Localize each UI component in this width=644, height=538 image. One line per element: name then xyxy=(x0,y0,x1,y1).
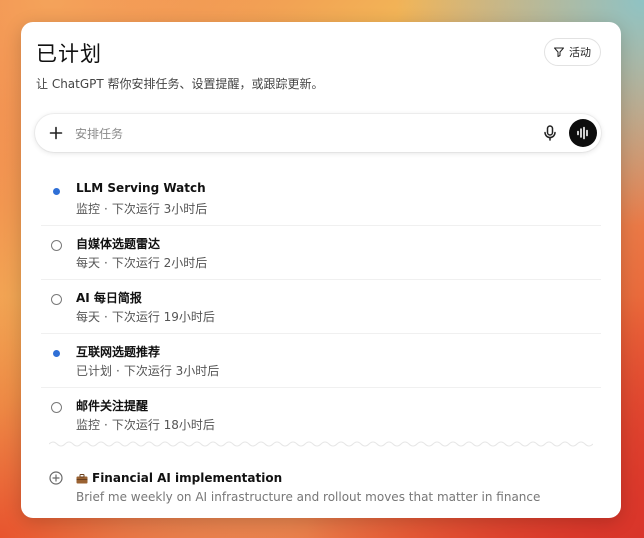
task-frequency: 监控 xyxy=(76,202,101,216)
task-next-run: 下次运行 3小时后 xyxy=(111,202,208,216)
task-meta: 监控 · 下次运行 18小时后 xyxy=(76,416,215,433)
task-item[interactable]: LLM Serving Watch 监控 · 下次运行 3小时后 xyxy=(41,172,601,226)
task-meta: 已计划 · 下次运行 3小时后 xyxy=(76,362,219,379)
task-next-run: 下次运行 3小时后 xyxy=(123,364,220,378)
active-dot-icon xyxy=(52,349,60,357)
task-frequency: 已计划 xyxy=(76,364,113,378)
task-frequency: 监控 xyxy=(76,418,101,432)
scheduled-panel: 已计划 活动 让 ChatGPT 帮你安排任务、设置提醒，或跟踪更新。 安排任务… xyxy=(21,22,621,518)
task-frequency: 每天 xyxy=(76,256,101,270)
inactive-circle-icon xyxy=(50,401,62,413)
task-next-run: 下次运行 18小时后 xyxy=(111,418,215,432)
task-frequency: 每天 xyxy=(76,310,101,324)
briefcase-icon xyxy=(76,473,88,484)
voice-waveform-icon xyxy=(576,126,590,140)
task-next-run: 下次运行 19小时后 xyxy=(111,310,215,324)
voice-mode-button[interactable] xyxy=(569,119,597,147)
task-input[interactable] xyxy=(73,123,497,145)
task-status-indicator xyxy=(49,184,63,198)
inactive-circle-icon xyxy=(50,293,62,305)
task-status-indicator xyxy=(49,346,63,360)
task-meta: 监控 · 下次运行 3小时后 xyxy=(76,200,207,217)
meta-separator: · xyxy=(104,256,108,270)
task-item[interactable]: 互联网选题推荐 已计划 · 下次运行 3小时后 xyxy=(41,334,601,388)
meta-separator: · xyxy=(116,364,120,378)
task-title: LLM Serving Watch xyxy=(76,181,206,195)
task-meta: 每天 · 下次运行 19小时后 xyxy=(76,308,215,325)
task-composer xyxy=(35,114,601,152)
task-item[interactable]: 邮件关注提醒 监控 · 下次运行 18小时后 xyxy=(41,388,601,441)
wavy-divider xyxy=(49,441,593,447)
plus-icon xyxy=(49,126,63,140)
microphone-icon xyxy=(544,125,556,141)
page-subtitle: 让 ChatGPT 帮你安排任务、设置提醒，或跟踪更新。 xyxy=(36,77,324,91)
suggestion-description: Brief me weekly on AI infrastructure and… xyxy=(76,490,541,504)
task-title: 自媒体选题雷达 xyxy=(76,237,161,251)
task-title: AI 每日简报 xyxy=(76,291,142,305)
task-meta: 每天 · 下次运行 2小时后 xyxy=(76,254,207,271)
active-dot-icon xyxy=(52,187,60,195)
inactive-circle-icon xyxy=(50,239,62,251)
suggested-task[interactable]: Financial AI implementation Brief me wee… xyxy=(41,466,601,510)
page-title: 已计划 xyxy=(36,42,102,66)
activity-label: 活动 xyxy=(569,46,591,59)
meta-separator: · xyxy=(104,202,108,216)
activity-button[interactable]: 活动 xyxy=(544,38,601,66)
add-attachment-button[interactable] xyxy=(45,122,67,144)
meta-separator: · xyxy=(104,418,108,432)
task-title: 邮件关注提醒 xyxy=(76,399,149,413)
task-item[interactable]: AI 每日简报 每天 · 下次运行 19小时后 xyxy=(41,280,601,334)
add-suggestion-button[interactable] xyxy=(49,471,63,485)
task-status-indicator xyxy=(49,238,63,252)
task-item[interactable]: 自媒体选题雷达 每天 · 下次运行 2小时后 xyxy=(41,226,601,280)
filter-icon xyxy=(553,46,565,58)
suggestion-title-row: Financial AI implementation xyxy=(76,471,282,485)
task-list: LLM Serving Watch 监控 · 下次运行 3小时后 自媒体选题雷达 每… xyxy=(21,172,621,441)
task-next-run: 下次运行 2小时后 xyxy=(111,256,208,270)
suggestion-title: Financial AI implementation xyxy=(92,471,283,485)
task-status-indicator xyxy=(49,400,63,414)
dictate-button[interactable] xyxy=(541,124,559,142)
task-status-indicator xyxy=(49,292,63,306)
task-title: 互联网选题推荐 xyxy=(76,345,161,359)
plus-circle-icon xyxy=(49,471,63,485)
meta-separator: · xyxy=(104,310,108,324)
